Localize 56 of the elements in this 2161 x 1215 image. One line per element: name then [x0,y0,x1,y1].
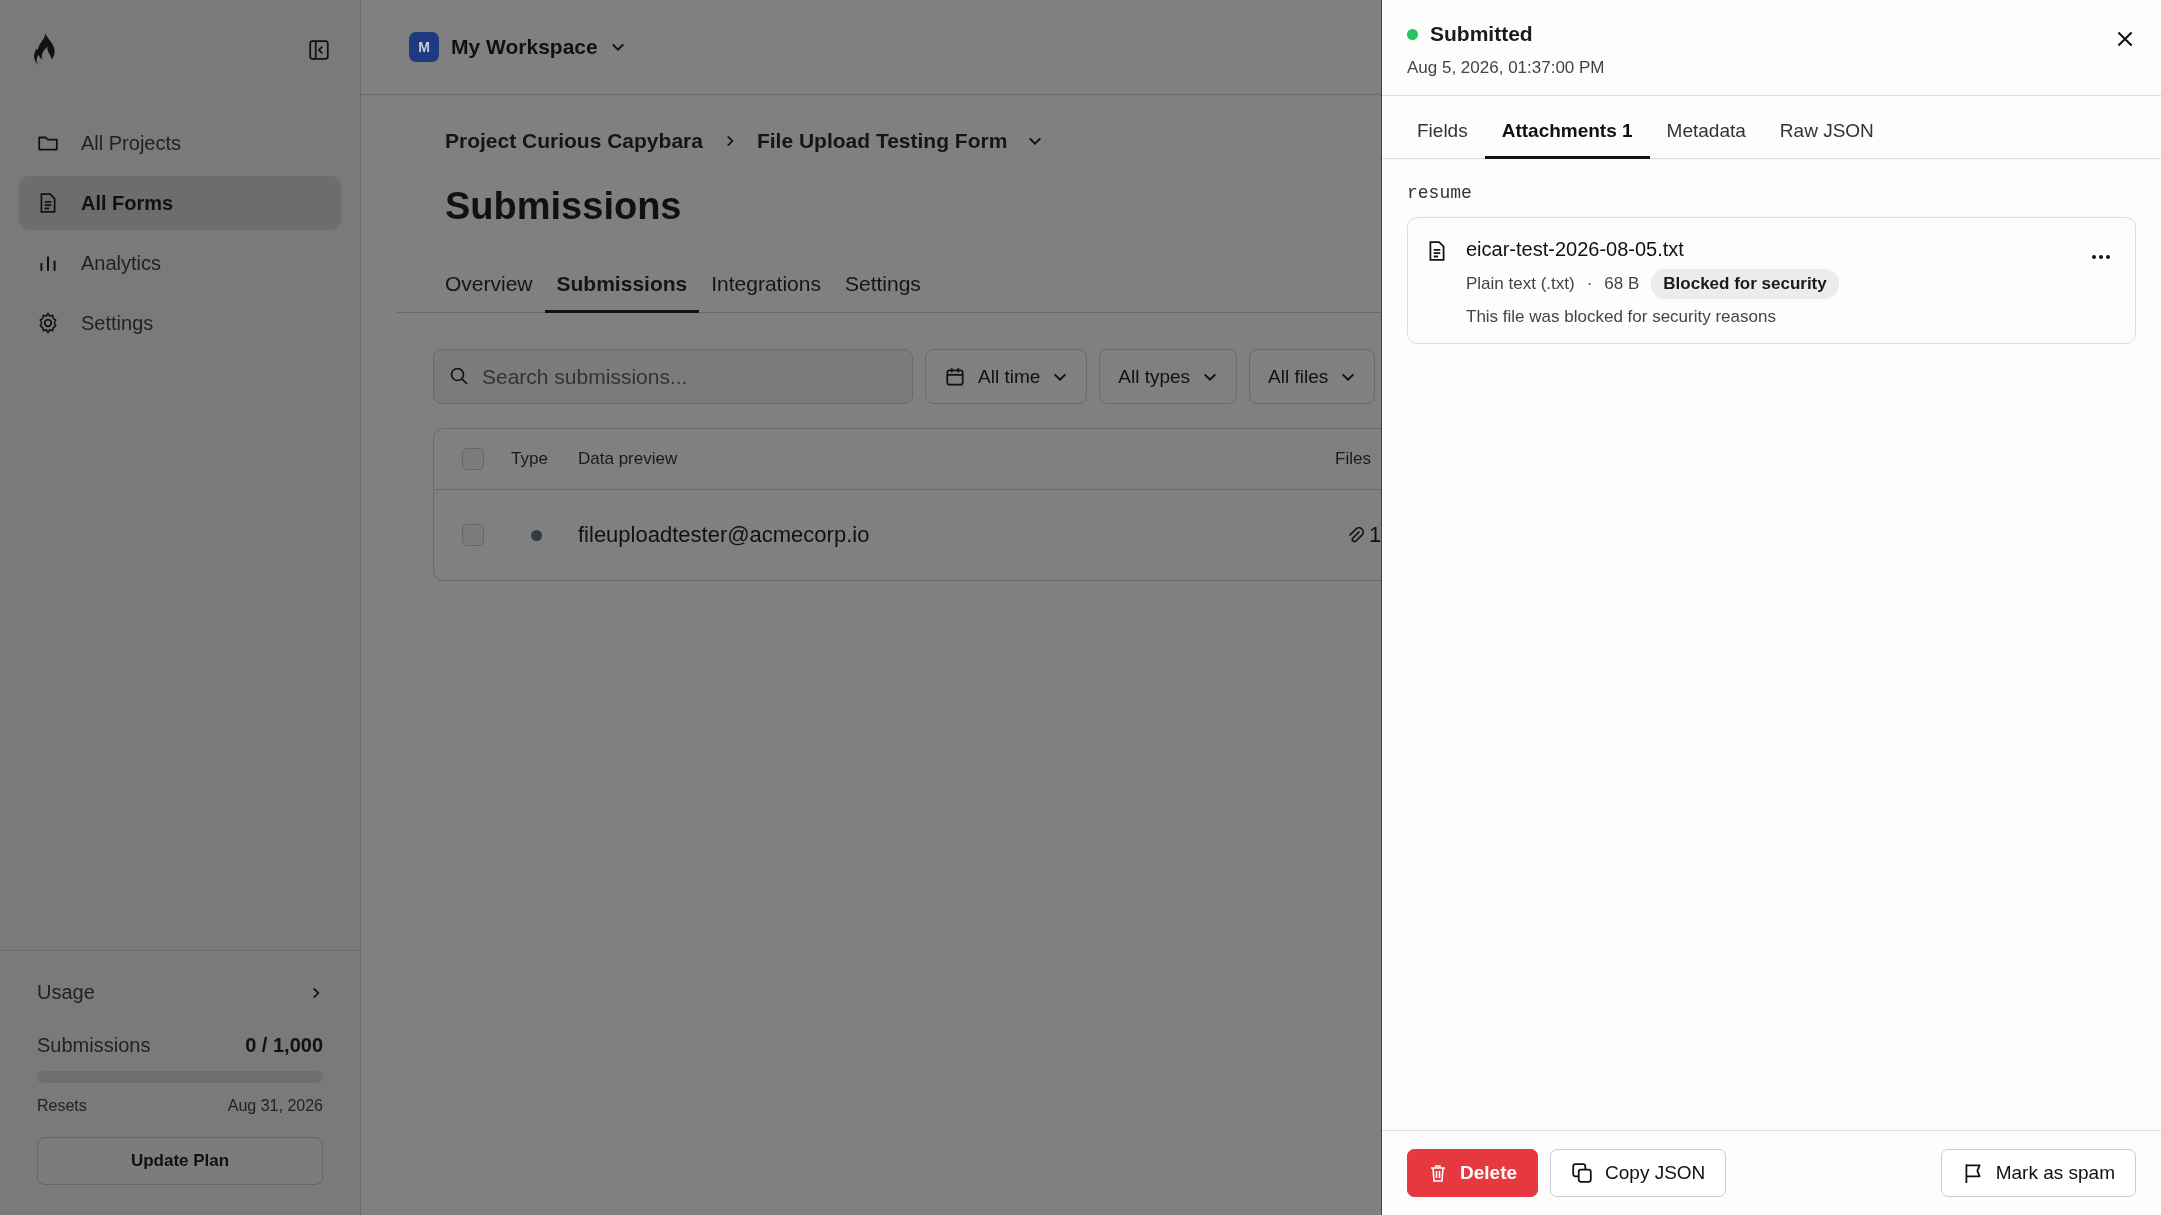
search-field[interactable]: Search submissions... [433,349,913,404]
tab[interactable]: Integrations [699,272,833,313]
more-icon[interactable] [2091,254,2111,260]
file-note: This file was blocked for security reasons [1466,307,1777,327]
workspace-switcher[interactable]: M My Workspace [409,32,626,62]
tab[interactable]: Metadata [1649,120,1763,159]
table-cell: fileuploadtester@acmecorp.io [578,522,870,547]
update-plan-button[interactable]: Update Plan [37,1137,323,1185]
column-header: Type [511,449,548,469]
tab[interactable]: Settings [833,272,933,313]
sidebar-item[interactable]: All Forms [19,176,341,230]
filter-dropdown[interactable]: All types [1099,349,1238,404]
separator: · [1586,274,1593,294]
copy-json-button[interactable]: Copy JSON [1550,1149,1727,1197]
usage-title: Usage [37,981,95,1004]
calendar-icon [944,365,966,388]
breadcrumb-link[interactable]: Project Curious Capybara [445,129,703,153]
sidebar-collapse-icon[interactable] [308,39,330,61]
sidebar-item[interactable]: Settings [19,296,341,350]
submission-date: Aug 5, 2026, 01:37:00 PM [1407,58,1605,78]
field-name: resume [1407,183,1473,203]
sidebar-item[interactable]: Analytics [19,236,341,290]
resets-date: Aug 31, 2026 [227,1097,323,1115]
tab[interactable]: Raw JSON [1762,120,1891,159]
spam-button[interactable]: Mark as spam [1940,1149,2136,1197]
status-badge: Blocked for security [1651,269,1839,299]
tab[interactable]: Submissions [544,272,700,313]
breadcrumb-link[interactable]: File Upload Testing Form [756,129,1008,153]
tab[interactable]: Fields [1400,120,1485,159]
file-name: eicar-test-2026-08-05.txt [1466,238,1685,261]
file-size: 68 B [1604,274,1640,294]
file-count: 1 [1369,522,1381,548]
file-type: Plain text (.txt) [1466,274,1575,294]
sidebar-item[interactable]: All Projects [19,116,341,170]
copy-icon [1571,1162,1594,1184]
status-dot-icon [1407,28,1418,40]
filter-dropdown[interactable]: All files [1249,349,1376,404]
checkbox[interactable] [462,448,484,470]
column-header: Data preview [578,449,678,468]
status-label: Submitted [1430,22,1533,46]
settings-icon [37,312,59,334]
search-icon [449,366,469,386]
usage-label: Submissions [37,1034,151,1057]
delete-button[interactable]: Delete [1407,1149,1539,1197]
workspace-avatar: M [409,32,439,62]
usage-value: 0 / 1,000 [245,1034,323,1057]
filter-dropdown[interactable]: All time [925,349,1088,404]
trash-icon [1428,1163,1448,1183]
tab[interactable]: Overview [433,272,545,313]
column-header: Files [1335,449,1371,469]
page-title: Submissions [445,185,683,228]
tab[interactable]: Attachments 1 [1484,120,1650,159]
resets-label: Resets [37,1097,87,1115]
workspace-name: My Workspace [451,35,598,59]
type-dot-icon [531,529,542,541]
checkbox[interactable] [462,524,484,546]
